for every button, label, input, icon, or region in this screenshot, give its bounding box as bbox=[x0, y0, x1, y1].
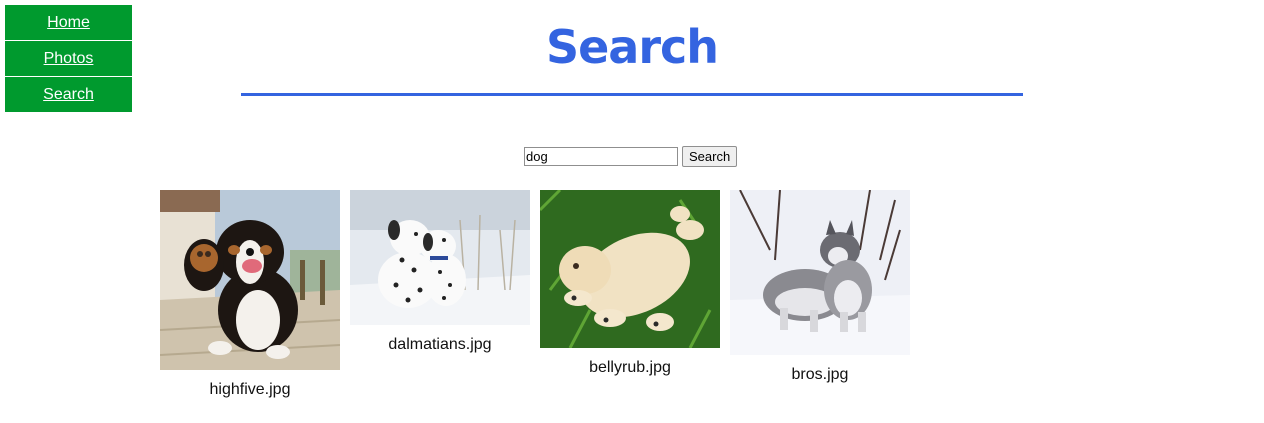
bellyrub-photo[interactable] bbox=[540, 190, 720, 348]
highfive-photo[interactable] bbox=[160, 190, 340, 370]
result-filename: bros.jpg bbox=[791, 366, 849, 383]
results-gallery: highfive.jpg dalmatians.jpg bellyrub.jpg… bbox=[160, 190, 920, 399]
search-form: Search bbox=[524, 146, 738, 167]
dalmatians-photo[interactable] bbox=[350, 190, 530, 325]
title-divider bbox=[241, 93, 1023, 96]
result-filename: bellyrub.jpg bbox=[589, 359, 671, 376]
result-filename: dalmatians.jpg bbox=[388, 336, 492, 353]
result-card[interactable]: highfive.jpg bbox=[160, 190, 340, 399]
bros-photo[interactable] bbox=[730, 190, 910, 355]
search-input[interactable] bbox=[524, 147, 678, 166]
result-card[interactable]: bellyrub.jpg bbox=[540, 190, 720, 377]
nav-link-home[interactable]: Home bbox=[5, 5, 132, 40]
result-card[interactable]: dalmatians.jpg bbox=[350, 190, 530, 354]
result-card[interactable]: bros.jpg bbox=[730, 190, 910, 384]
search-button[interactable]: Search bbox=[682, 146, 738, 167]
nav-link-photos[interactable]: Photos bbox=[5, 41, 132, 76]
result-filename: highfive.jpg bbox=[209, 381, 291, 398]
sidebar-nav: Home Photos Search bbox=[5, 5, 132, 113]
page-title: Search bbox=[545, 20, 719, 74]
nav-link-search[interactable]: Search bbox=[5, 77, 132, 112]
